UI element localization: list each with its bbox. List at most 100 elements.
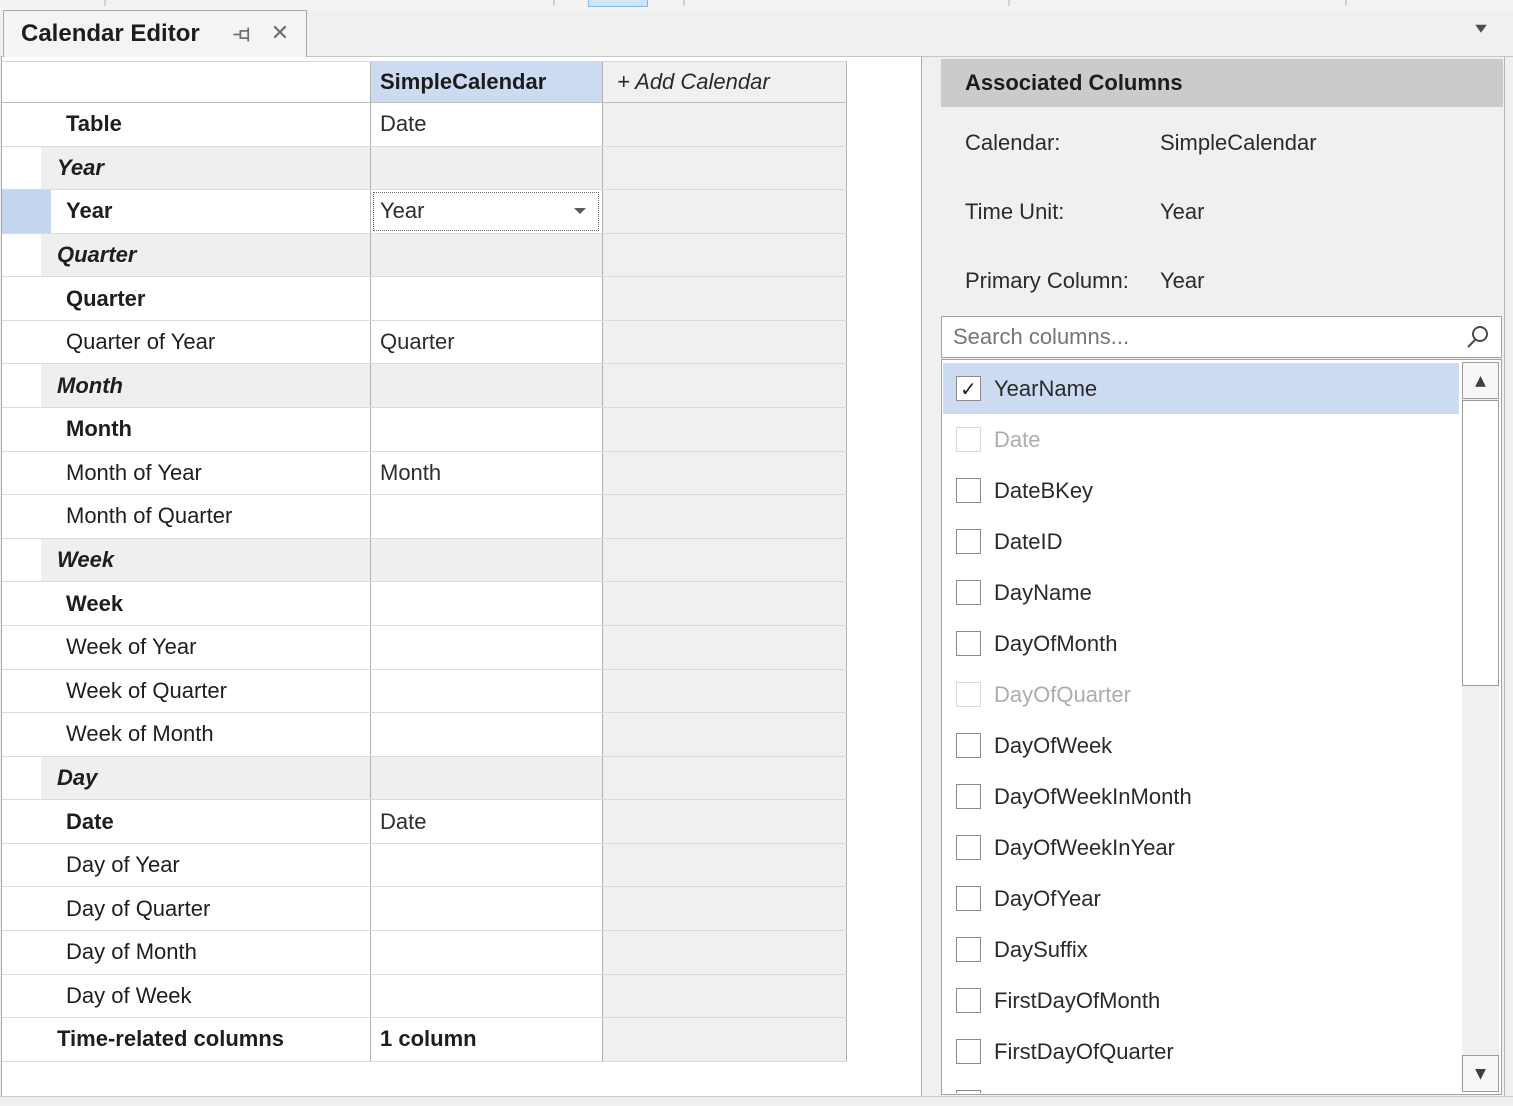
row-selector-cell[interactable]	[2, 713, 41, 756]
row-label-cell[interactable]: Quarter of Year	[41, 321, 371, 364]
row-selector-cell[interactable]	[2, 757, 41, 800]
row-label-cell[interactable]: Quarter	[41, 234, 371, 277]
row-value-cell[interactable]: Date	[371, 103, 603, 146]
column-list-item[interactable]: ✓ YearName	[943, 363, 1459, 414]
row-value-cell[interactable]	[371, 539, 603, 582]
row-selector-cell[interactable]	[2, 408, 41, 451]
row-label-cell[interactable]: Day	[41, 757, 371, 800]
tab-calendar-editor[interactable]: Calendar Editor ✕	[3, 10, 307, 57]
scroll-down-button[interactable]: ▼	[1462, 1055, 1499, 1092]
row-value-cell[interactable]	[371, 670, 603, 713]
checkbox[interactable]: ✓	[956, 784, 981, 809]
row-selector-cell[interactable]	[2, 539, 41, 582]
checkbox[interactable]: ✓	[956, 988, 981, 1013]
row-label-cell[interactable]: Year	[41, 190, 371, 233]
row-label-cell[interactable]: Month of Quarter	[41, 495, 371, 538]
row-selector-cell[interactable]	[2, 190, 41, 233]
checkbox[interactable]: ✓	[956, 937, 981, 962]
checkbox[interactable]: ✓	[956, 886, 981, 911]
list-scrollbar[interactable]: ▲ ▼	[1462, 362, 1499, 1092]
column-list-item[interactable]: ✓ DayOfQuarter	[943, 669, 1459, 720]
row-value-cell[interactable]: Year	[371, 190, 603, 233]
row-value-cell[interactable]	[371, 713, 603, 756]
row-selector-cell[interactable]	[2, 975, 41, 1018]
column-list-item[interactable]: ✓ DaySuffix	[943, 924, 1459, 975]
column-list-item[interactable]: ✓ DayOfWeek	[943, 720, 1459, 771]
row-value-cell[interactable]: 1 column	[371, 1018, 603, 1061]
row-selector-cell[interactable]	[2, 670, 41, 713]
row-label-cell[interactable]: Month	[41, 364, 371, 407]
row-selector-cell[interactable]	[2, 844, 41, 887]
row-selector-cell[interactable]	[2, 452, 41, 495]
row-value-cell[interactable]	[371, 408, 603, 451]
row-value-cell[interactable]	[371, 364, 603, 407]
checkbox[interactable]: ✓	[956, 376, 981, 401]
row-label-cell[interactable]: Day of Month	[41, 931, 371, 974]
row-label-cell[interactable]: Week of Quarter	[41, 670, 371, 713]
checkbox[interactable]: ✓	[956, 427, 981, 452]
row-value-cell[interactable]: Month	[371, 452, 603, 495]
row-label-cell[interactable]: Day of Week	[41, 975, 371, 1018]
row-value-cell[interactable]	[371, 757, 603, 800]
row-label-cell[interactable]: Week of Month	[41, 713, 371, 756]
row-label-cell[interactable]: Quarter	[41, 277, 371, 320]
pane-options-dropdown-icon[interactable]: ▼	[1468, 21, 1494, 35]
row-value-cell[interactable]	[371, 626, 603, 669]
row-selector-cell[interactable]	[2, 887, 41, 930]
row-value-cell[interactable]	[371, 582, 603, 625]
checkbox[interactable]: ✓	[956, 631, 981, 656]
row-label-cell[interactable]: Date	[41, 800, 371, 843]
checkbox[interactable]: ✓	[956, 529, 981, 554]
add-calendar-button[interactable]: + Add Calendar	[603, 62, 847, 102]
checkbox[interactable]: ✓	[956, 733, 981, 758]
row-value-cell[interactable]	[371, 844, 603, 887]
column-list-item[interactable]: ✓ DayOfMonth	[943, 618, 1459, 669]
row-selector-cell[interactable]	[2, 364, 41, 407]
column-list-item[interactable]: ✓ DayOfYear	[943, 873, 1459, 924]
row-selector-cell[interactable]	[2, 147, 41, 190]
scrollbar-thumb[interactable]	[1462, 400, 1499, 686]
checkbox[interactable]: ✓	[956, 835, 981, 860]
row-selector-cell[interactable]	[2, 277, 41, 320]
row-label-cell[interactable]: Year	[41, 147, 371, 190]
row-selector-cell[interactable]	[2, 103, 41, 146]
column-list-item[interactable]: ✓ DayOfWeekInYear	[943, 822, 1459, 873]
checkbox[interactable]: ✓	[956, 478, 981, 503]
row-value-cell[interactable]	[371, 234, 603, 277]
row-selector-cell[interactable]	[2, 1018, 41, 1061]
row-selector-cell[interactable]	[2, 234, 41, 277]
row-label-cell[interactable]: Table	[41, 103, 371, 146]
row-value-cell[interactable]: Quarter	[371, 321, 603, 364]
column-list-item[interactable]: ✓ DayName	[943, 567, 1459, 618]
column-list-item[interactable]: ✓ Date	[943, 414, 1459, 465]
row-label-cell[interactable]: Month	[41, 408, 371, 451]
column-list-item[interactable]: ✓ DateBKey	[943, 465, 1459, 516]
row-selector-cell[interactable]	[2, 626, 41, 669]
checkbox[interactable]: ✓	[956, 682, 981, 707]
row-label-cell[interactable]: Time-related columns	[41, 1018, 371, 1061]
row-value-cell[interactable]	[371, 975, 603, 1018]
column-list-item[interactable]: ✓ FirstDayOfMonth	[943, 975, 1459, 1026]
column-list-item[interactable]: ✓	[943, 1077, 1459, 1093]
row-selector-cell[interactable]	[2, 582, 41, 625]
row-value-cell[interactable]	[371, 931, 603, 974]
row-label-cell[interactable]: Week	[41, 582, 371, 625]
scroll-up-button[interactable]: ▲	[1462, 362, 1499, 399]
row-selector-cell[interactable]	[2, 321, 41, 364]
row-selector-cell[interactable]	[2, 931, 41, 974]
search-input[interactable]	[942, 324, 1463, 350]
pin-icon[interactable]	[231, 22, 255, 46]
row-selector-cell[interactable]	[2, 495, 41, 538]
row-value-cell[interactable]	[371, 147, 603, 190]
close-icon[interactable]: ✕	[268, 22, 292, 46]
checkbox[interactable]: ✓	[956, 1090, 981, 1093]
row-value-cell[interactable]	[371, 277, 603, 320]
checkbox[interactable]: ✓	[956, 580, 981, 605]
calendar-column-header[interactable]: SimpleCalendar	[371, 62, 603, 102]
row-label-cell[interactable]: Week	[41, 539, 371, 582]
row-selector-cell[interactable]	[2, 800, 41, 843]
row-label-cell[interactable]: Week of Year	[41, 626, 371, 669]
row-label-cell[interactable]: Day of Year	[41, 844, 371, 887]
column-list-item[interactable]: ✓ DayOfWeekInMonth	[943, 771, 1459, 822]
row-value-cell[interactable]	[371, 887, 603, 930]
